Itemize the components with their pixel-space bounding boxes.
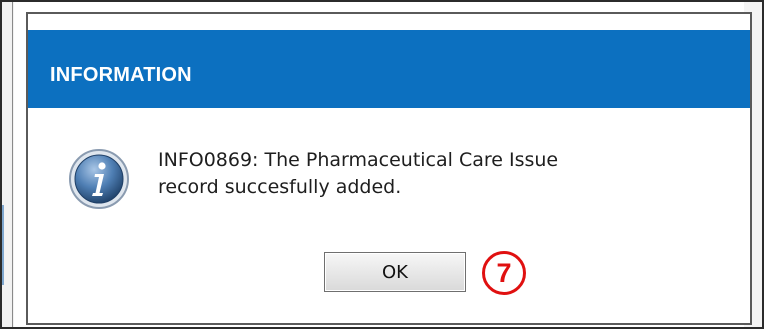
background-divider [12,0,13,329]
dialog-message: INFO0869: The Pharmaceutical Care Issue … [158,147,598,201]
background-accent-stripe [0,205,4,285]
dialog-titlebar: INFORMATION [28,30,750,108]
step-number-badge: 7 [482,251,526,295]
dialog-title: INFORMATION [50,64,192,86]
ok-button[interactable]: OK [324,252,466,292]
info-icon [69,149,129,209]
information-dialog: INFORMATION INFO0869: The Pharmaceutical… [26,12,752,325]
message-line-2: record succesfully added. [158,176,402,198]
message-line-1: INFO0869: The Pharmaceutical Care Issue [158,149,559,171]
